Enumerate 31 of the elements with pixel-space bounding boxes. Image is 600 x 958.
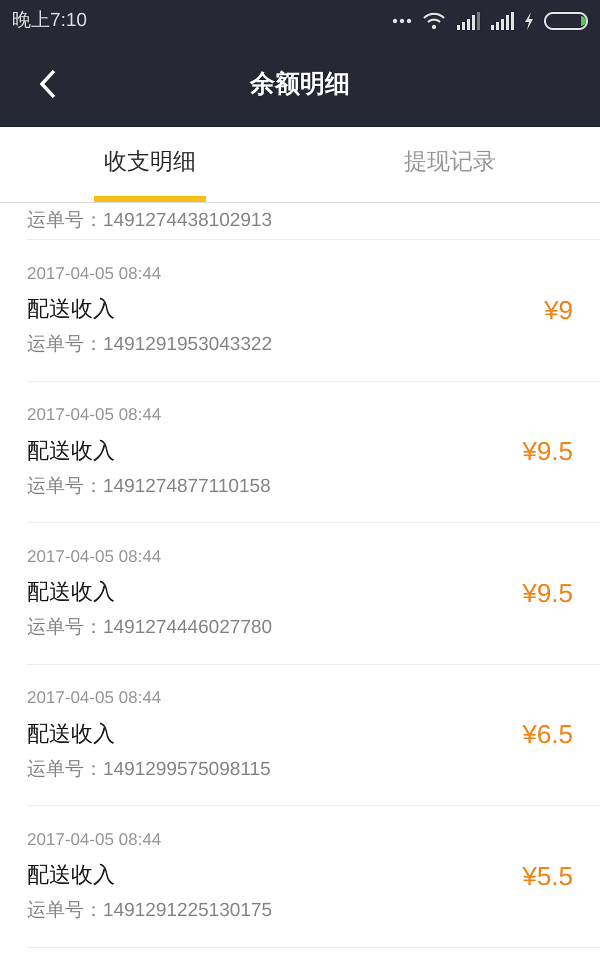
record-amount: ¥6.5 <box>522 718 573 752</box>
record-title: 配送收入 <box>27 295 116 324</box>
record-date: 2017-04-05 08:44 <box>27 828 162 851</box>
record-date: 2017-04-05 08:44 <box>27 404 162 426</box>
tab[interactable]: 收支明细 <box>94 127 206 202</box>
record-amount: ¥9.5 <box>522 576 573 610</box>
record-amount: ¥9 <box>544 294 573 327</box>
record-date: 2017-04-05 08:44 <box>27 546 162 568</box>
record-amount: ¥5.5 <box>522 860 573 893</box>
record-date: 2017-04-05 08:44 <box>27 687 162 710</box>
order-number: 运单号：1491274877110158 <box>27 474 271 499</box>
order-number: 运单号：1491274446027780 <box>27 616 272 640</box>
charging-icon <box>524 12 534 30</box>
record-amount: ¥9.5 <box>522 435 573 468</box>
wifi-icon <box>422 12 446 30</box>
more-dots-icon <box>392 18 412 24</box>
record-title: 配送收入 <box>27 578 116 606</box>
order-number: 运单号：1491299575098115 <box>27 758 271 782</box>
battery-icon <box>544 12 588 30</box>
record-title: 配送收入 <box>27 861 116 890</box>
order-number: 运单号：1491274438102913 <box>27 209 274 233</box>
signal-icon <box>456 12 480 30</box>
record-date: 2017-04-05 08:44 <box>27 262 162 285</box>
signal-icon <box>490 12 514 30</box>
record-title: 配送收入 <box>27 436 116 465</box>
order-number: 运单号：1491291953043322 <box>27 333 272 358</box>
page-title: 余额明细 <box>250 68 350 100</box>
status-time: 晚上7:10 <box>12 8 87 33</box>
back-icon <box>39 69 57 99</box>
order-number: 运单号：1491291225130175 <box>27 899 272 924</box>
record-title: 配送收入 <box>27 720 116 748</box>
